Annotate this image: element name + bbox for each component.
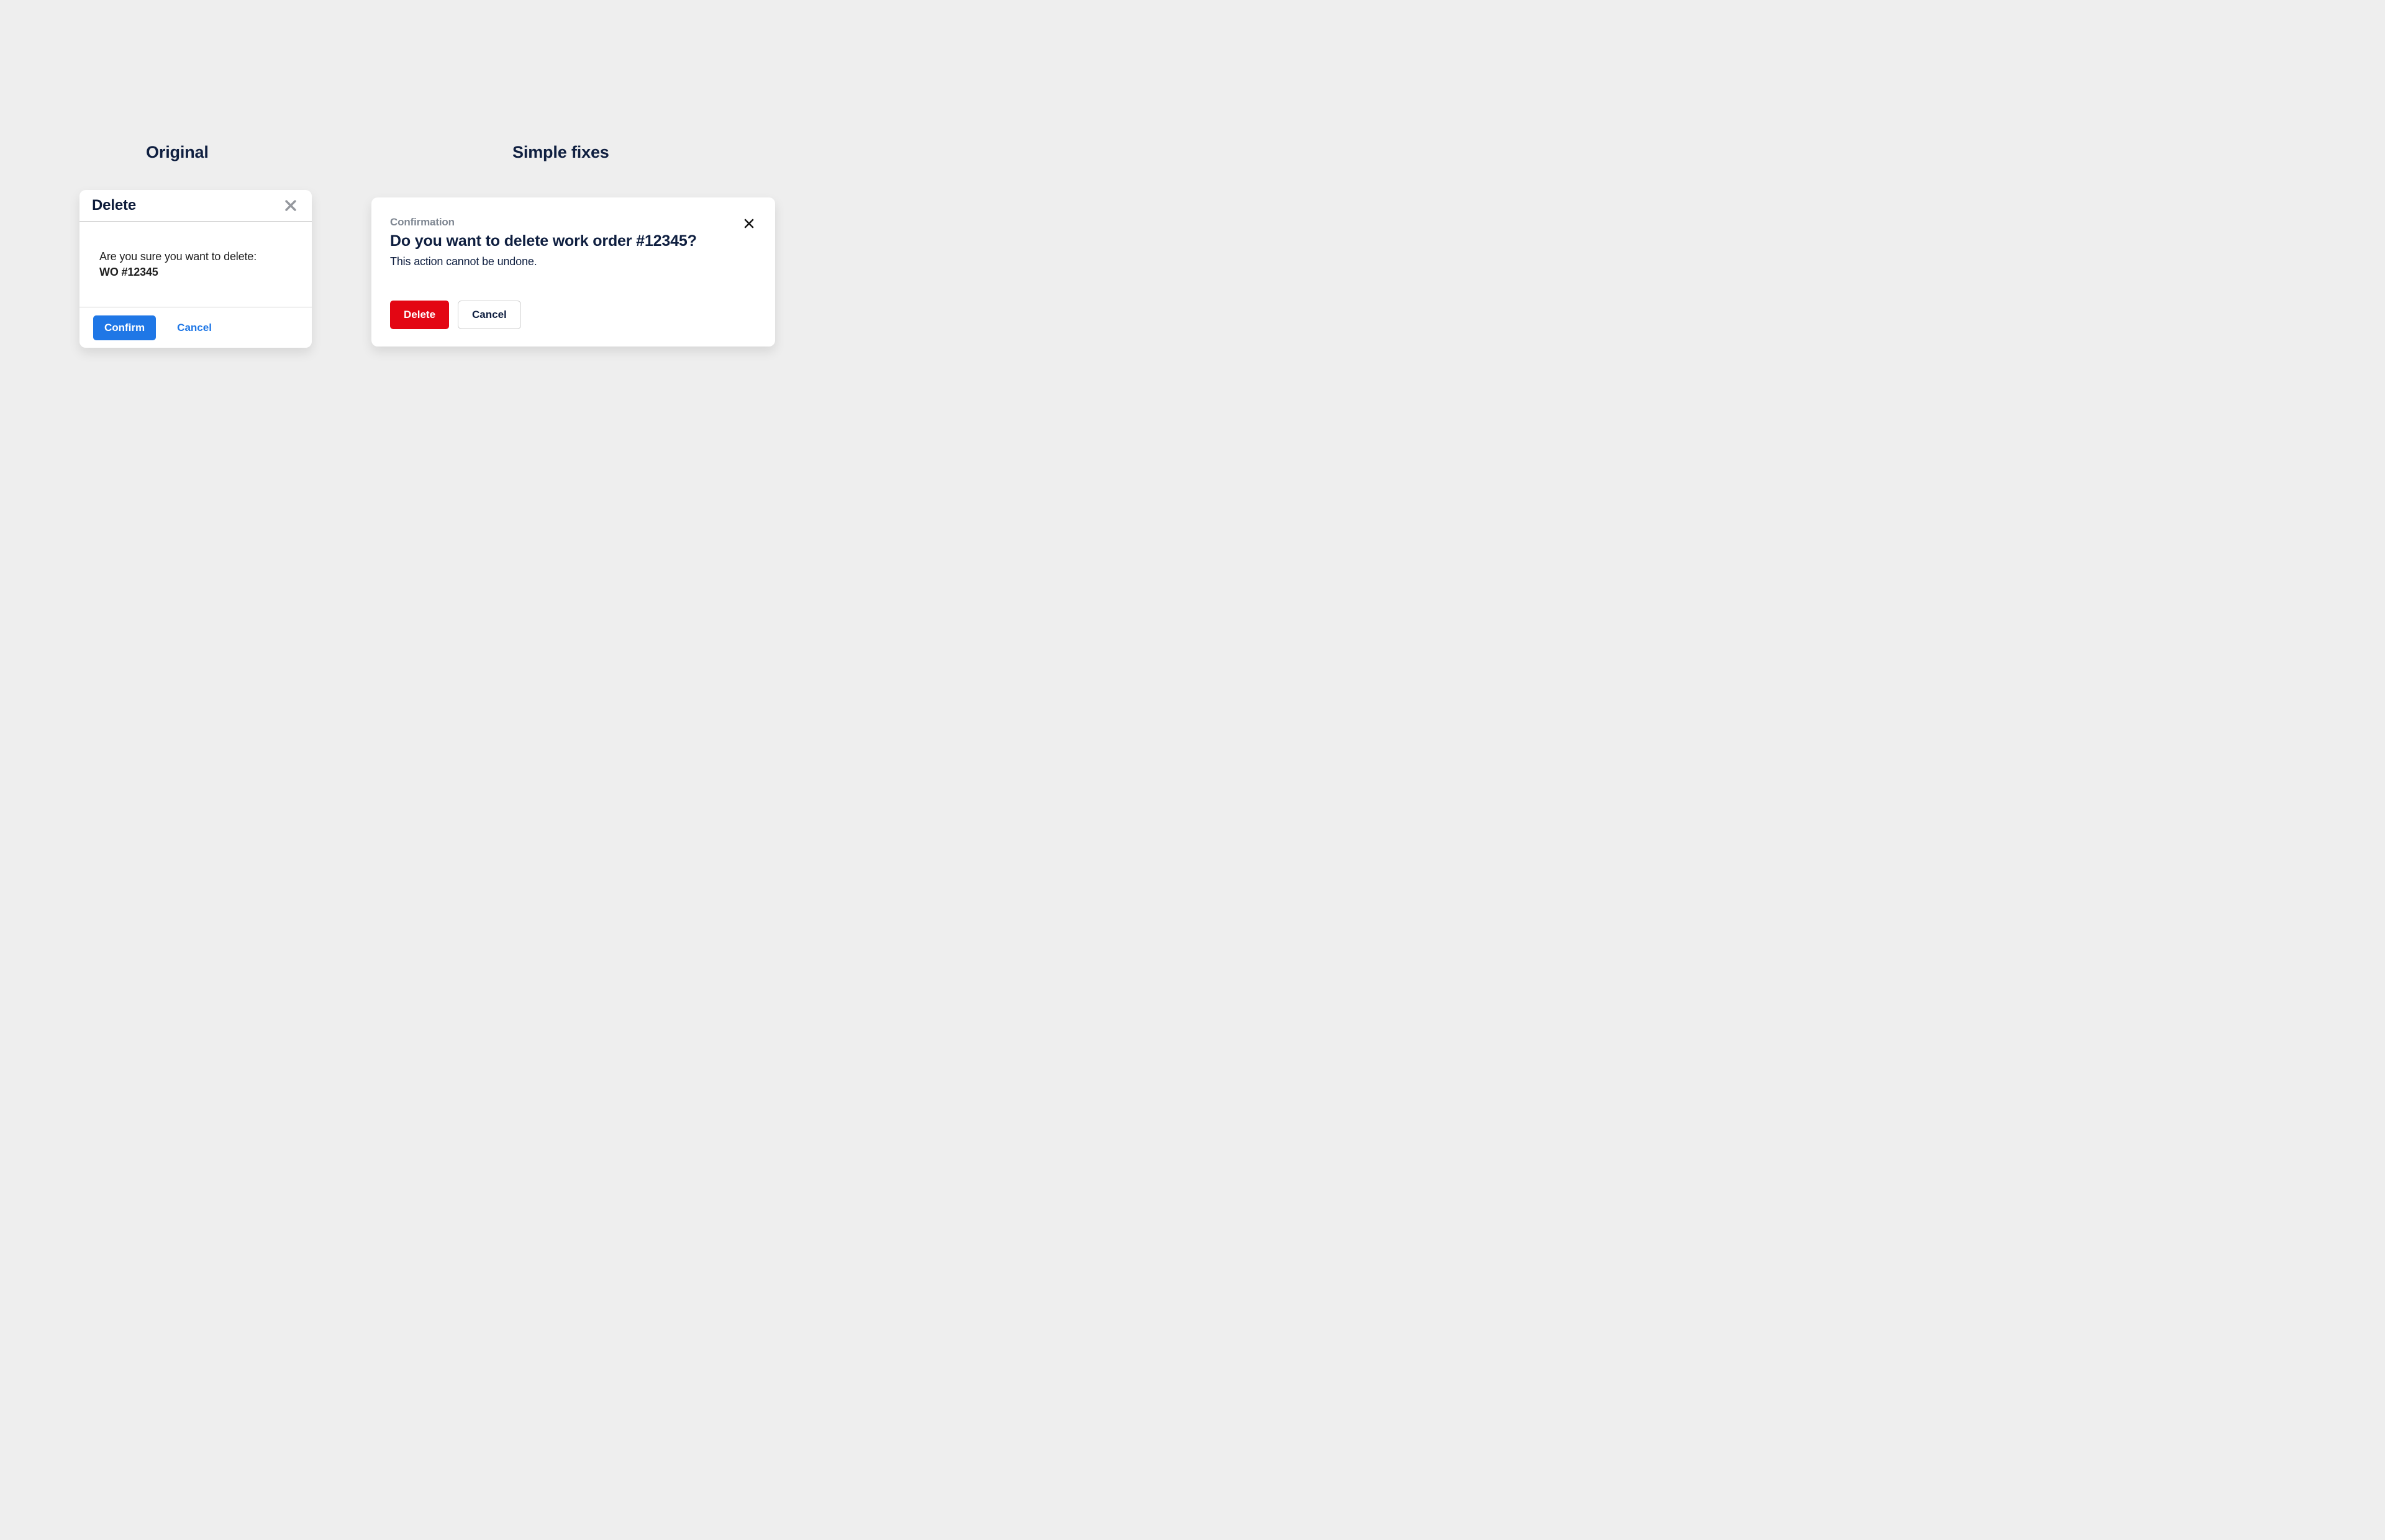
dialog-simple-fixes: Confirmation Do you want to delete work … — [371, 197, 775, 346]
delete-button[interactable]: Delete — [390, 301, 449, 329]
dialog-footer: Confirm Cancel — [80, 307, 312, 348]
confirm-button[interactable]: Confirm — [93, 315, 156, 340]
dialog-title: Delete — [92, 197, 136, 214]
cancel-button[interactable]: Cancel — [458, 301, 521, 329]
dialog-title: Do you want to delete work order #12345? — [390, 232, 756, 250]
close-icon — [744, 219, 754, 229]
dialog-header: Delete — [80, 190, 312, 222]
dialog-subtitle: This action cannot be undone. — [390, 255, 756, 268]
dialog-body: Are you sure you want to delete: WO #123… — [80, 222, 312, 307]
dialog-eyebrow: Confirmation — [390, 216, 756, 229]
dialog-prompt: Are you sure you want to delete: — [99, 250, 292, 263]
section-heading-fixes: Simple fixes — [512, 143, 609, 162]
dialog-item: WO #12345 — [99, 266, 292, 279]
section-heading-original: Original — [146, 143, 209, 162]
cancel-link[interactable]: Cancel — [175, 317, 214, 339]
close-button[interactable] — [282, 197, 299, 214]
close-icon — [284, 199, 297, 212]
dialog-original: Delete Are you sure you want to delete: … — [80, 190, 312, 348]
dialog-footer: Delete Cancel — [390, 301, 521, 329]
close-button[interactable] — [742, 216, 756, 231]
